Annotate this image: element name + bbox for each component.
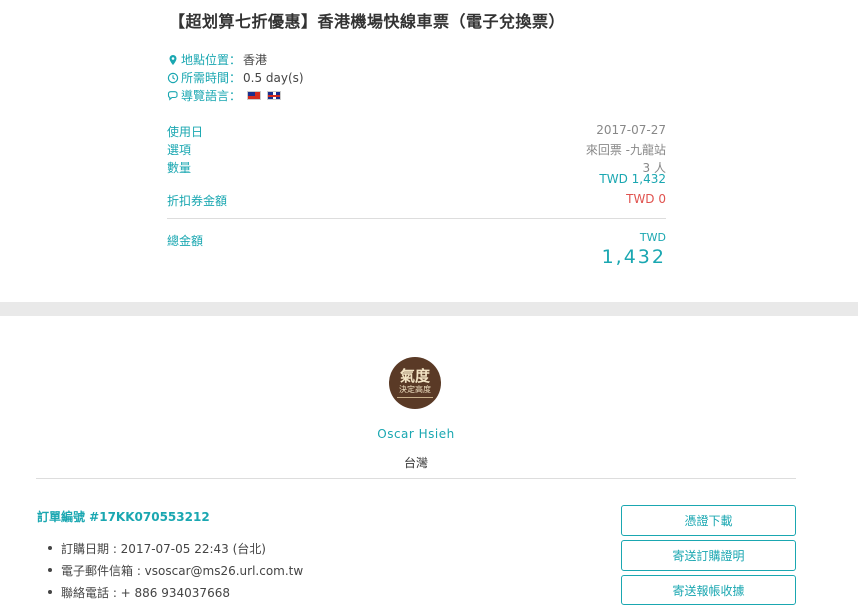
discount-label: 折扣券金額	[167, 194, 228, 208]
quantity-price: TWD 1,432	[599, 172, 666, 186]
order-phone: 聯絡電話 : + 886 934037668	[48, 581, 303, 603]
location-label: 地點位置：	[181, 53, 242, 67]
duration-label: 所需時間：	[181, 71, 242, 85]
chat-bubble-icon	[167, 90, 178, 101]
product-title: 【超划算七折優惠】香港機場快線車票（電子兌換票）	[169, 12, 566, 31]
order-date: 訂購日期 : 2017-07-05 22:43 (台北)	[48, 537, 303, 559]
send-receipt-button[interactable]: 寄送報帳收據	[621, 575, 796, 605]
language-row: 導覽語言：	[167, 87, 282, 104]
user-country: 台灣	[403, 456, 428, 470]
discount-value: TWD 0	[626, 192, 666, 206]
divider	[167, 218, 666, 219]
option-value: 來回票 -九龍站	[585, 143, 666, 157]
flag-uk-icon	[267, 91, 282, 100]
order-number: 訂單編號 #17KK070553212	[37, 510, 210, 524]
order-email: 電子郵件信箱 : vsoscar@ms26.url.com.tw	[48, 559, 303, 581]
send-order-proof-button[interactable]: 寄送訂購證明	[621, 540, 796, 571]
location-row: 地點位置： 香港	[167, 51, 267, 68]
divider	[36, 478, 796, 479]
usage-date-label: 使用日	[167, 125, 204, 139]
clock-icon	[167, 72, 179, 83]
section-separator	[0, 302, 858, 316]
duration-row: 所需時間： 0.5 day(s)	[167, 69, 304, 86]
total-label: 總金額	[167, 234, 204, 248]
avatar: 氣度 決定高度	[389, 357, 441, 409]
product-summary: 【超划算七折優惠】香港機場快線車票（電子兌換票） 地點位置： 香港 所需時間： …	[0, 0, 858, 302]
map-pin-icon	[169, 54, 177, 65]
quantity-label: 數量	[167, 161, 192, 175]
usage-date-value: 2017-07-27	[596, 123, 666, 137]
duration-value: 0.5 day(s)	[243, 70, 304, 85]
language-label: 導覽語言：	[181, 89, 242, 103]
user-name: Oscar Hsieh	[377, 427, 455, 441]
voucher-download-button[interactable]: 憑證下載	[621, 505, 796, 536]
flag-taiwan-icon	[247, 91, 262, 100]
total-currency: TWD	[639, 231, 666, 244]
location-value: 香港	[243, 53, 268, 67]
total-amount: 1,432	[601, 246, 666, 268]
order-details-list: 訂購日期 : 2017-07-05 22:43 (台北) 電子郵件信箱 : vs…	[48, 537, 303, 603]
avatar-subtext: 決定高度	[399, 385, 431, 394]
avatar-text: 氣度	[399, 367, 430, 385]
option-label: 選項	[167, 143, 192, 157]
